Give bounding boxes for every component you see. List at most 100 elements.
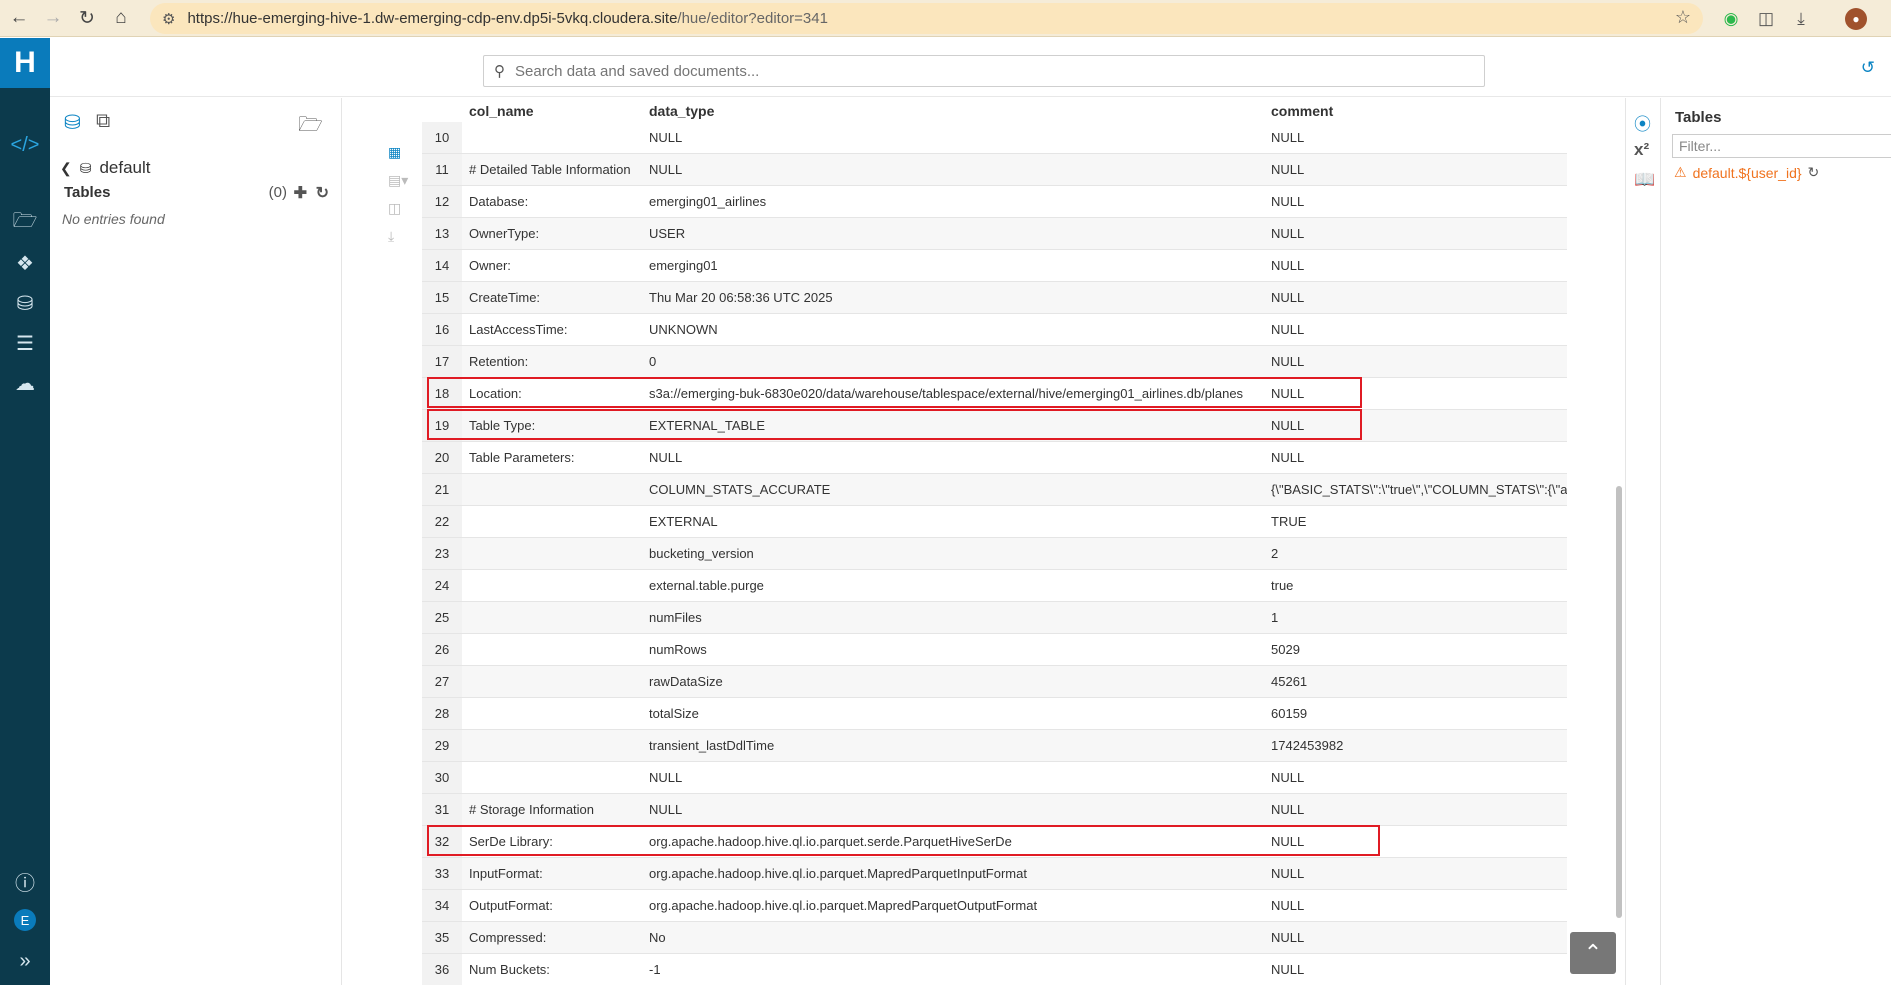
table-row[interactable]: 22 EXTERNAL TRUE	[422, 506, 1567, 538]
bookmark-star-icon[interactable]: ☆	[1675, 7, 1691, 28]
scroll-to-top-button[interactable]: ⌃	[1570, 932, 1616, 974]
cell-comment: NULL	[1271, 962, 1305, 977]
back-arrow-icon[interactable]: ←	[4, 3, 34, 33]
table-row[interactable]: 34 OutputFormat: org.apache.hadoop.hive.ql…	[422, 890, 1567, 922]
table-row[interactable]: 16 LastAccessTime: UNKNOWN NULL	[422, 314, 1567, 346]
address-bar[interactable]: ⚙ https://hue-emerging-hive-1.dw-emergin…	[150, 3, 1703, 34]
help-icon[interactable]: ⓘ	[0, 866, 50, 896]
results-grid: col_name data_type comment 10 NULL NULL 11 #…	[422, 98, 1567, 985]
compass-icon[interactable]: ⦿	[1634, 110, 1651, 135]
table-row[interactable]: 36 Num Buckets: -1 NULL	[422, 954, 1567, 985]
home-icon[interactable]: ⌂	[106, 3, 136, 33]
table-row[interactable]: 14 Owner: emerging01 NULL	[422, 250, 1567, 282]
table-row[interactable]: 18 Location: s3a://emerging-buk-6830e020/d…	[422, 378, 1567, 410]
database-breadcrumb[interactable]: ❮ ⛁ default	[60, 158, 151, 178]
right-assist-icons: ⦿ x² 📖	[1625, 98, 1661, 985]
assist-warning[interactable]: ⚠ default.${user_id} ↻	[1674, 164, 1819, 181]
table-row[interactable]: 29 transient_lastDdlTime 1742453982	[422, 730, 1567, 762]
cell-comment: 45261	[1271, 674, 1308, 689]
reload-icon[interactable]: ↻	[72, 3, 102, 33]
forward-arrow-icon[interactable]: →	[38, 3, 68, 33]
scrollbar-thumb[interactable]	[1616, 486, 1622, 918]
hue-logo[interactable]: H	[0, 38, 50, 88]
refresh-icon[interactable]: ↻	[1808, 164, 1820, 181]
chevron-left-icon[interactable]: ❮	[60, 160, 72, 177]
refresh-icon[interactable]: ↻	[316, 183, 329, 203]
table-row[interactable]: 23 bucketing_version 2	[422, 538, 1567, 570]
functions-icon[interactable]: x²	[1634, 140, 1649, 160]
table-row[interactable]: 17 Retention: 0 NULL	[422, 346, 1567, 378]
cell-comment: NULL	[1271, 290, 1305, 305]
assist-filter-input[interactable]: Filter...	[1672, 134, 1891, 158]
row-number: 22	[422, 506, 462, 537]
table-row[interactable]: 24 external.table.purge true	[422, 570, 1567, 602]
expand-sidebar-icon[interactable]: »	[0, 946, 50, 976]
importer-cloud-icon[interactable]: ☁	[0, 368, 50, 398]
table-row[interactable]: 28 totalSize 60159	[422, 698, 1567, 730]
extension-eye-icon[interactable]: ◉	[1720, 8, 1742, 30]
table-row[interactable]: 20 Table Parameters: NULL NULL	[422, 442, 1567, 474]
site-info-icon[interactable]: ⚙	[162, 10, 175, 28]
add-table-icon[interactable]: ✚	[294, 183, 307, 203]
download-icon[interactable]: ⤓	[388, 228, 394, 245]
vertical-scrollbar[interactable]	[1615, 98, 1623, 985]
warning-text: default.${user_id}	[1692, 164, 1802, 181]
columns-icon[interactable]: ◫	[388, 200, 401, 217]
cell-comment: 2	[1271, 546, 1279, 561]
cell-data-type: USER	[649, 226, 686, 241]
table-row[interactable]: 19 Table Type: EXTERNAL_TABLE NULL	[422, 410, 1567, 442]
header-comment[interactable]: comment	[1271, 103, 1333, 119]
cell-comment: NULL	[1271, 450, 1305, 465]
row-number: 17	[422, 346, 462, 377]
table-row[interactable]: 26 numRows 5029	[422, 634, 1567, 666]
cell-comment: NULL	[1271, 226, 1305, 241]
top-bar: ⚲ ↺	[50, 38, 1891, 97]
history-icon[interactable]: ↺	[1861, 58, 1875, 78]
profile-avatar[interactable]: ●	[1845, 8, 1867, 30]
header-col-name[interactable]: col_name	[469, 103, 534, 119]
cell-col-name: SerDe Library:	[469, 834, 553, 849]
table-row[interactable]: 12 Database: emerging01_airlines NULL	[422, 186, 1567, 218]
editor-code-icon[interactable]: </>	[0, 130, 50, 160]
table-row[interactable]: 31 # Storage Information NULL NULL	[422, 794, 1567, 826]
cell-col-name: # Storage Information	[469, 802, 595, 817]
table-row[interactable]: 11 # Detailed Table Information NULL NULL	[422, 154, 1567, 186]
table-row[interactable]: 25 numFiles 1	[422, 602, 1567, 634]
table-row[interactable]: 13 OwnerType: USER NULL	[422, 218, 1567, 250]
tables-header: Tables (0) ✚ ↻	[64, 183, 329, 203]
cell-data-type: EXTERNAL_TABLE	[649, 418, 766, 433]
table-row[interactable]: 10 NULL NULL	[422, 122, 1567, 154]
table-row[interactable]: 27 rawDataSize 45261	[422, 666, 1567, 698]
table-row[interactable]: 15 CreateTime: Thu Mar 20 06:58:36 UTC 202…	[422, 282, 1567, 314]
table-row[interactable]: 35 Compressed: No NULL	[422, 922, 1567, 954]
header-data-type[interactable]: data_type	[649, 103, 714, 119]
database-icon[interactable]: ⛁	[64, 110, 81, 135]
user-avatar[interactable]: E	[0, 905, 50, 935]
table-row[interactable]: 30 NULL NULL	[422, 762, 1567, 794]
global-search[interactable]: ⚲	[483, 55, 1485, 87]
documents-icon[interactable]: 🗁	[0, 208, 50, 238]
table-row[interactable]: 21 COLUMN_STATS_ACCURATE {\"BASIC_STATS\":…	[422, 474, 1567, 506]
url-path: /hue/editor?editor=341	[677, 10, 828, 27]
table-row[interactable]: 33 InputFormat: org.apache.hadoop.hive.ql.…	[422, 858, 1567, 890]
cell-comment: NULL	[1271, 354, 1305, 369]
tables-database-icon[interactable]: ⛁	[0, 288, 50, 318]
folder-open-icon[interactable]: 🗁	[298, 110, 323, 144]
extensions-puzzle-icon[interactable]: ◫	[1755, 8, 1777, 30]
grid-view-icon[interactable]: ▦	[388, 144, 401, 161]
book-icon[interactable]: 📖	[1634, 170, 1655, 190]
cell-data-type: emerging01_airlines	[649, 194, 767, 209]
cell-comment: NULL	[1271, 386, 1305, 401]
documents-copy-icon[interactable]: ⧉	[96, 110, 110, 133]
chart-view-icon[interactable]: ▤▾	[388, 172, 408, 189]
jobs-icon[interactable]: ❖	[0, 248, 50, 278]
cell-data-type: totalSize	[649, 706, 699, 721]
browsers-icon[interactable]: ☰	[0, 328, 50, 358]
row-number: 15	[422, 282, 462, 313]
cell-comment: NULL	[1271, 418, 1305, 433]
search-input[interactable]	[515, 62, 1415, 80]
downloads-icon[interactable]: ⤓	[1790, 8, 1812, 30]
table-row[interactable]: 32 SerDe Library: org.apache.hadoop.hive.q…	[422, 826, 1567, 858]
cell-comment: 1742453982	[1271, 738, 1344, 753]
cell-data-type: 0	[649, 354, 657, 369]
